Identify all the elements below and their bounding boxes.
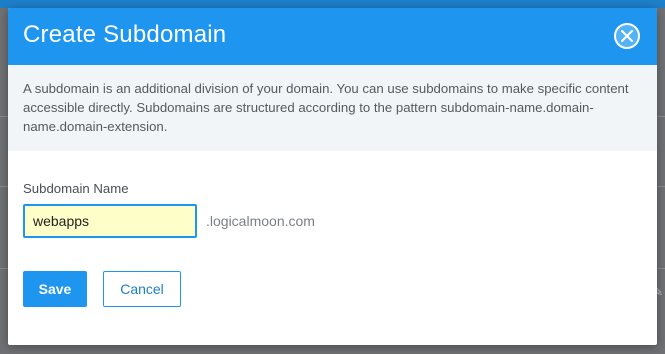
dialog-title: Create Subdomain [23, 21, 227, 48]
domain-suffix: .logicalmoon.com [206, 213, 315, 229]
subdomain-name-label: Subdomain Name [23, 181, 129, 196]
dialog-actions: Save Cancel [23, 271, 642, 307]
backdrop-header-strip [0, 0, 665, 8]
subdomain-name-input[interactable] [23, 204, 197, 238]
cancel-button[interactable]: Cancel [103, 271, 181, 307]
close-button[interactable] [614, 23, 640, 49]
description-panel: A subdomain is an additional division of… [8, 65, 657, 151]
close-icon [621, 30, 633, 42]
subdomain-form: Subdomain Name .logicalmoon.com Save Can… [8, 151, 657, 307]
create-subdomain-dialog: Create Subdomain A subdomain is an addit… [8, 8, 657, 345]
dialog-header: Create Subdomain [8, 8, 657, 65]
description-text: A subdomain is an additional division of… [23, 81, 629, 134]
subdomain-field-row: .logicalmoon.com [23, 204, 642, 238]
save-button[interactable]: Save [23, 271, 87, 307]
